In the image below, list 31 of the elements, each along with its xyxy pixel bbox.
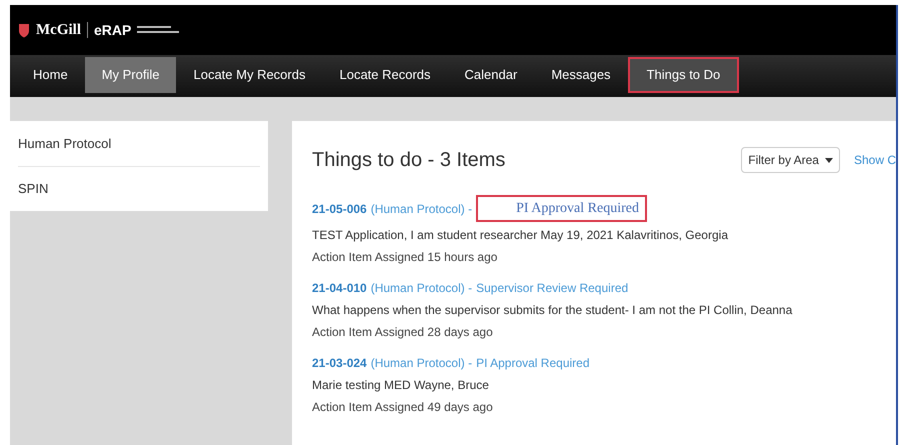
shield-icon bbox=[18, 22, 30, 38]
sidebar-item[interactable]: SPIN bbox=[18, 166, 260, 211]
record-type: (Human Protocol) - bbox=[370, 355, 472, 372]
product-name: eRAP bbox=[94, 20, 132, 40]
assigned-time: Action Item Assigned 49 days ago bbox=[312, 399, 494, 416]
assigned-time: Action Item Assigned 28 days ago bbox=[312, 324, 494, 341]
record-type: (Human Protocol) - bbox=[370, 200, 472, 218]
filter-dropdown[interactable]: Filter by Area bbox=[741, 147, 840, 173]
record-status: PI Approval Required bbox=[476, 195, 647, 222]
nav-tab[interactable]: Home bbox=[16, 57, 85, 93]
record-description: TEST Application, I am student researcher May 19, 2021 Kalavritinos, Georgia bbox=[312, 227, 729, 244]
record-type: (Human Protocol) - bbox=[370, 280, 472, 297]
nav-tab[interactable]: Locate Records bbox=[322, 57, 448, 93]
page-title: Things to do - 3 Items bbox=[312, 148, 506, 173]
record-link[interactable]: 21-05-006 bbox=[312, 200, 367, 218]
nav-tab[interactable]: Calendar bbox=[448, 57, 534, 93]
nav-tab[interactable]: Things to Do bbox=[628, 57, 740, 93]
nav-tab[interactable]: Locate My Records bbox=[176, 57, 322, 93]
nav-tab[interactable]: Messages bbox=[534, 57, 628, 93]
caret-icon bbox=[824, 158, 833, 162]
record-link[interactable]: 21-04-010 bbox=[312, 279, 367, 297]
record-description: What happens when the supervisor submits for the student- I am not the PI Collin, Deanna bbox=[312, 302, 794, 319]
brand-name: McGill bbox=[36, 20, 81, 40]
record-link[interactable]: 21-03-024 bbox=[312, 354, 367, 372]
assigned-time: Action Item Assigned 15 hours ago bbox=[312, 249, 498, 266]
sidebar-item[interactable]: Human Protocol bbox=[18, 121, 260, 166]
nav-tab[interactable]: My Profile bbox=[84, 57, 176, 93]
record-description: Marie testing MED Wayne, Bruce bbox=[312, 377, 490, 394]
subtitle-drawing bbox=[137, 25, 180, 35]
record-status: PI Approval Required bbox=[476, 355, 590, 372]
record-status: Supervisor Review Required bbox=[476, 280, 628, 297]
